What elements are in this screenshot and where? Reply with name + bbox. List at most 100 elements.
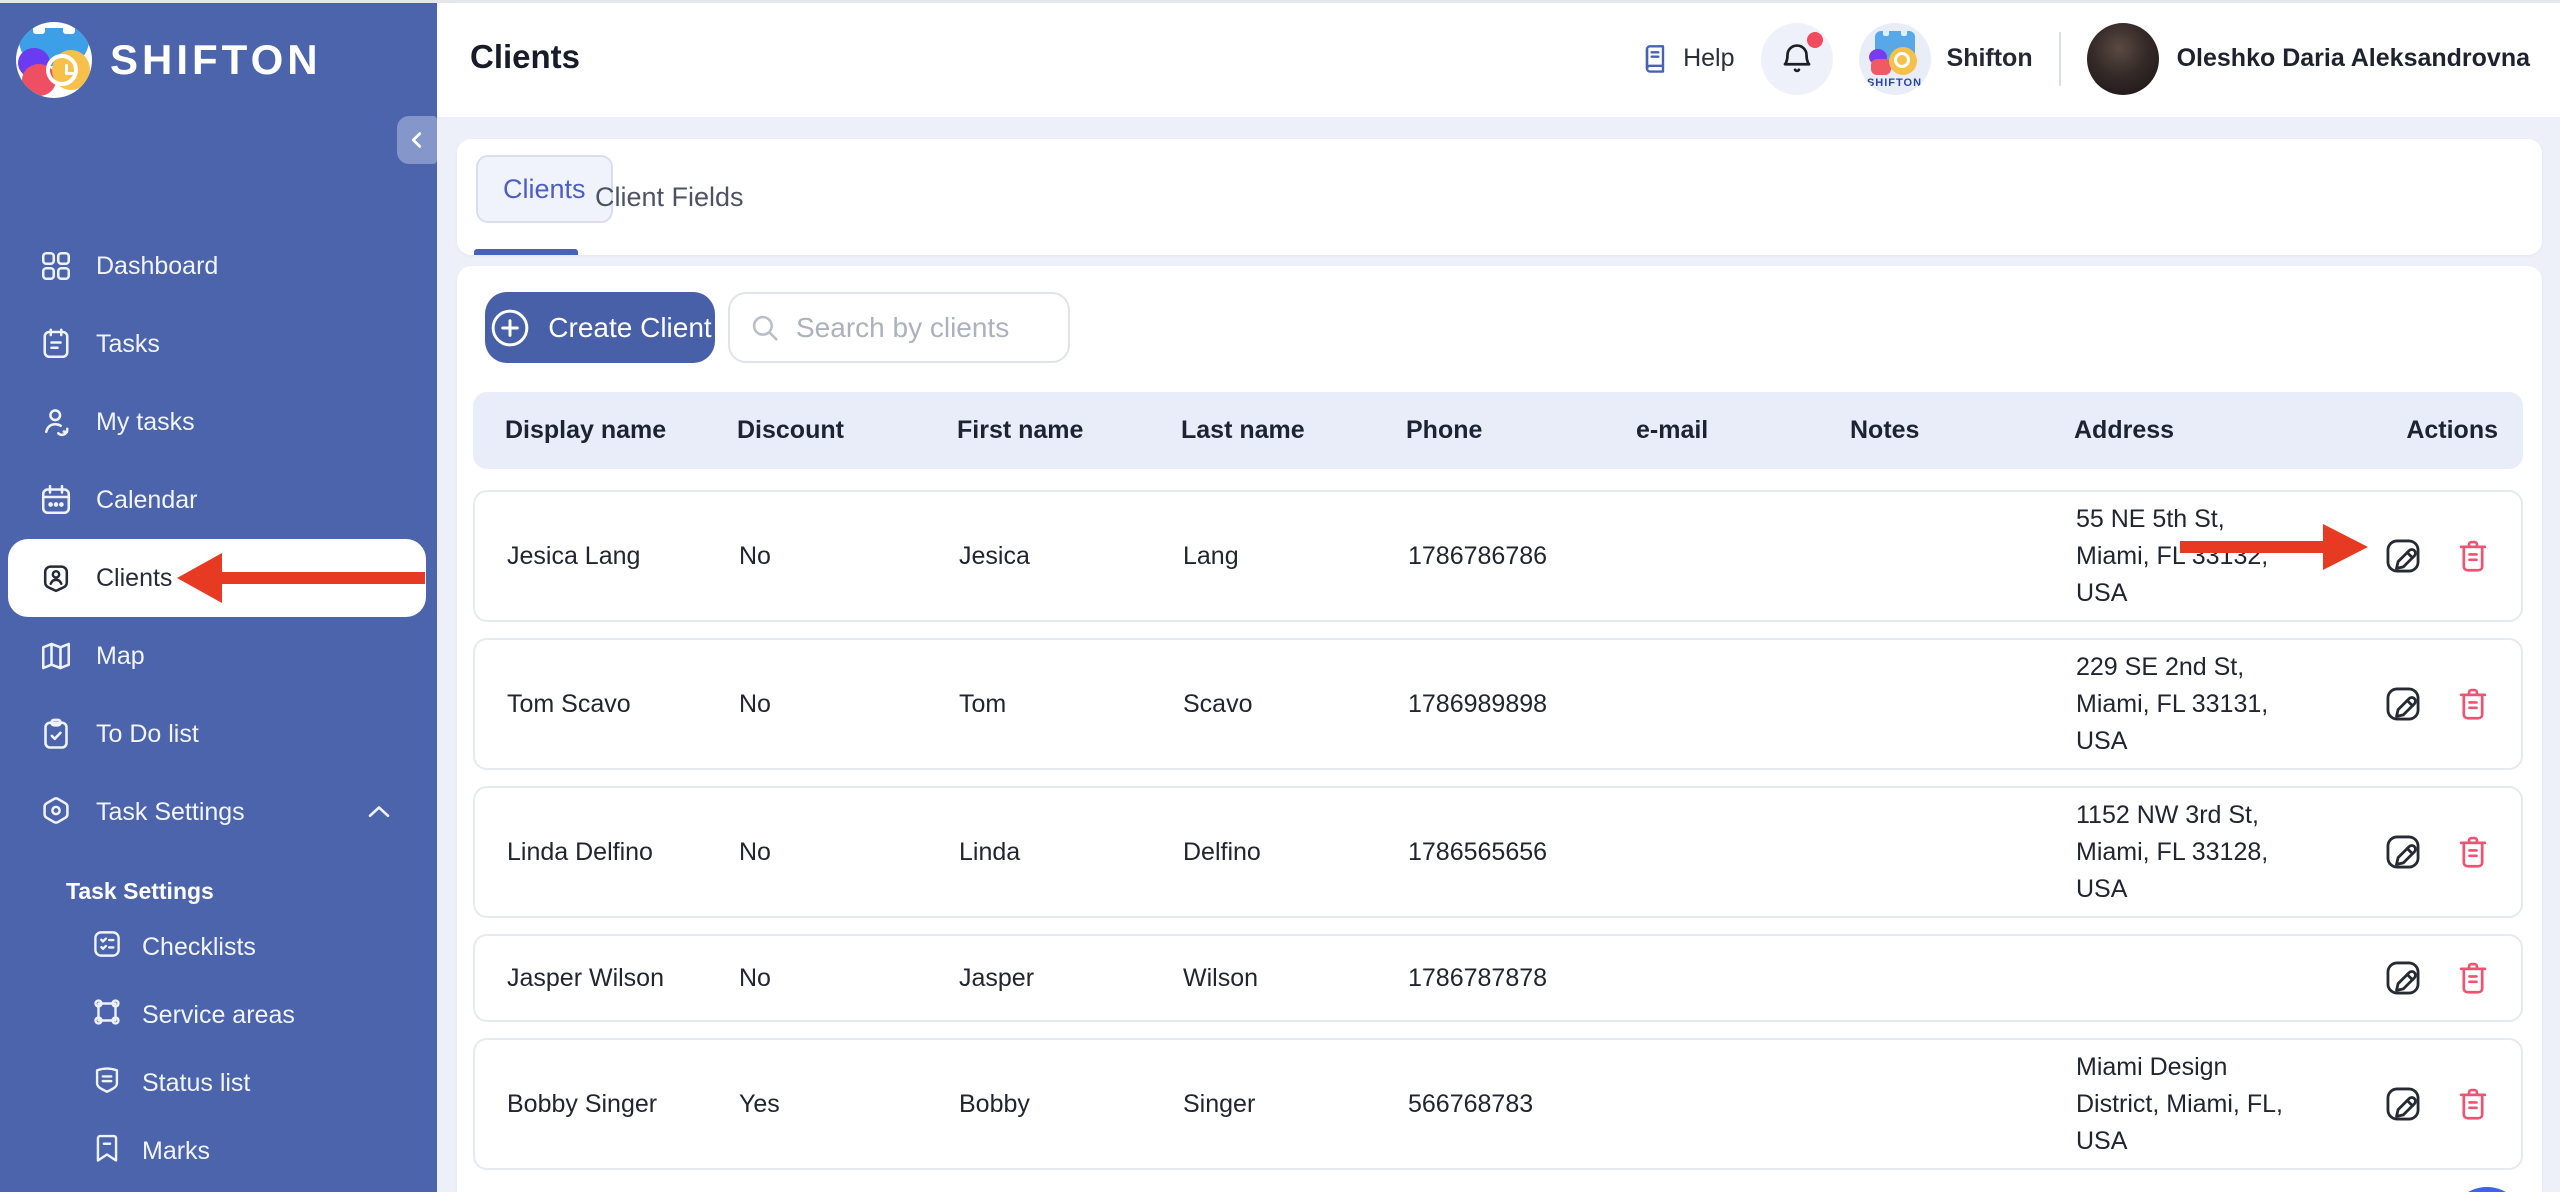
dashboard-grid-icon (38, 248, 74, 284)
sidebar-collapse-button[interactable] (397, 116, 437, 164)
sidebar-item-calendar[interactable]: Calendar (0, 461, 437, 539)
cell-actions (2324, 830, 2525, 874)
cell-display-name: Jesica Lang (475, 542, 707, 571)
clients-panel: Create Client Display nameDiscountFirst … (457, 266, 2542, 1192)
sidebar-section-title: Task Settings (0, 869, 437, 913)
header-divider (2059, 32, 2061, 86)
edit-pencil-icon (2382, 957, 2424, 999)
cell-actions (2324, 1082, 2525, 1126)
column-header-actions: Actions (2322, 416, 2523, 445)
sidebar-menu: Dashboard Tasks My tasks Calendar Client… (0, 227, 437, 1185)
delete-client-button[interactable] (2451, 956, 2495, 1000)
cell-phone: 1786989898 (1376, 690, 1606, 719)
edit-client-button[interactable] (2381, 1082, 2425, 1126)
cell-phone: 566768783 (1376, 1090, 1606, 1119)
trash-icon (2454, 685, 2492, 723)
column-header-e-mail: e-mail (1604, 416, 1818, 445)
trash-icon (2454, 959, 2492, 997)
status-list-icon (90, 1063, 124, 1104)
cell-last-name: Lang (1151, 542, 1376, 571)
cell-discount: No (707, 542, 927, 571)
brand[interactable]: SHIFTON (16, 22, 322, 98)
sidebar-subitem-checklists[interactable]: Checklists (0, 913, 437, 981)
cell-first-name: Jesica (927, 542, 1151, 571)
tabs-card: Clients Client Fields (457, 139, 2542, 255)
notifications-button[interactable] (1761, 23, 1833, 95)
column-header-display-name: Display name (473, 416, 705, 445)
clients-table: Display nameDiscountFirst nameLast nameP… (473, 392, 2523, 1170)
cell-discount: Yes (707, 1090, 927, 1119)
edit-pencil-icon (2382, 1083, 2424, 1125)
toolbar: Create Client (485, 292, 2542, 363)
edit-pencil-icon (2382, 683, 2424, 725)
table-row: Jesica Lang No Jesica Lang 1786786786 55… (473, 490, 2523, 622)
cell-last-name: Singer (1151, 1090, 1376, 1119)
edit-pencil-icon (2382, 831, 2424, 873)
cell-last-name: Wilson (1151, 964, 1376, 993)
edit-client-button[interactable] (2381, 534, 2425, 578)
cell-first-name: Bobby (927, 1090, 1151, 1119)
cell-first-name: Linda (927, 838, 1151, 867)
cell-address: 55 NE 5th St, Miami, FL 33132, USA (2044, 501, 2324, 612)
cell-last-name: Scavo (1151, 690, 1376, 719)
cell-last-name: Delfino (1151, 838, 1376, 867)
tab-client-fields[interactable]: Client Fields (595, 139, 744, 255)
page-title: Clients (470, 38, 580, 76)
tab-clients[interactable]: Clients (476, 155, 613, 223)
sidebar-item-clients[interactable]: Clients (8, 539, 426, 617)
company-name: Shifton (1947, 44, 2033, 73)
task-settings-icon (38, 794, 74, 830)
company-avatar: SHIFTON (1859, 23, 1931, 95)
sidebar-item-my-tasks[interactable]: My tasks (0, 383, 437, 461)
cell-display-name: Linda Delfino (475, 838, 707, 867)
my-tasks-icon (38, 404, 74, 440)
user-menu[interactable]: Oleshko Daria Aleksandrovna (2087, 23, 2530, 95)
edit-client-button[interactable] (2381, 830, 2425, 874)
todo-list-icon (38, 716, 74, 752)
table-body: Jesica Lang No Jesica Lang 1786786786 55… (473, 490, 2523, 1170)
cell-actions (2324, 534, 2525, 578)
delete-client-button[interactable] (2451, 682, 2495, 726)
chevron-left-icon (406, 129, 428, 151)
sidebar-item-map[interactable]: Map (0, 617, 437, 695)
cell-phone: 1786565656 (1376, 838, 1606, 867)
search-box (728, 292, 1070, 363)
sidebar: SHIFTON Dashboard Tasks My tasks Calenda… (0, 0, 437, 1192)
sidebar-subitem-status-list[interactable]: Status list (0, 1049, 437, 1117)
sidebar-item-tasks[interactable]: Tasks (0, 305, 437, 383)
active-tab-underline (474, 249, 578, 255)
cell-address: 1152 NW 3rd St, Miami, FL 33128, USA (2044, 797, 2324, 908)
delete-client-button[interactable] (2451, 534, 2495, 578)
calendar-icon (38, 482, 74, 518)
edit-client-button[interactable] (2381, 956, 2425, 1000)
cell-display-name: Tom Scavo (475, 690, 707, 719)
table-row: Tom Scavo No Tom Scavo 1786989898 229 SE… (473, 638, 2523, 770)
cell-actions (2324, 682, 2525, 726)
edit-pencil-icon (2382, 535, 2424, 577)
cell-phone: 1786786786 (1376, 542, 1606, 571)
clients-icon (38, 560, 74, 596)
cell-address: Miami Design District, Miami, FL, USA (2044, 1049, 2324, 1160)
search-input[interactable] (796, 312, 1046, 344)
table-row: Linda Delfino No Linda Delfino 178656565… (473, 786, 2523, 918)
sidebar-item-to-do-list[interactable]: To Do list (0, 695, 437, 773)
edit-client-button[interactable] (2381, 682, 2425, 726)
cell-phone: 1786787878 (1376, 964, 1606, 993)
sidebar-item-dashboard[interactable]: Dashboard (0, 227, 437, 305)
cell-discount: No (707, 964, 927, 993)
delete-client-button[interactable] (2451, 1082, 2495, 1126)
create-client-button[interactable]: Create Client (485, 292, 715, 363)
table-header-row: Display nameDiscountFirst nameLast nameP… (473, 392, 2523, 469)
sidebar-subitem-marks[interactable]: Marks (0, 1117, 437, 1185)
cell-discount: No (707, 690, 927, 719)
table-row: Jasper Wilson No Jasper Wilson 178678787… (473, 934, 2523, 1022)
column-header-notes: Notes (1818, 416, 2042, 445)
sidebar-item-task-settings[interactable]: Task Settings (0, 773, 437, 851)
sidebar-subitem-service-areas[interactable]: Service areas (0, 981, 437, 1049)
help-button[interactable]: Help (1639, 43, 1734, 75)
company-switcher[interactable]: SHIFTON Shifton (1859, 23, 2033, 95)
column-header-first-name: First name (925, 416, 1149, 445)
delete-client-button[interactable] (2451, 830, 2495, 874)
trash-icon (2454, 537, 2492, 575)
brand-name: SHIFTON (110, 36, 322, 84)
